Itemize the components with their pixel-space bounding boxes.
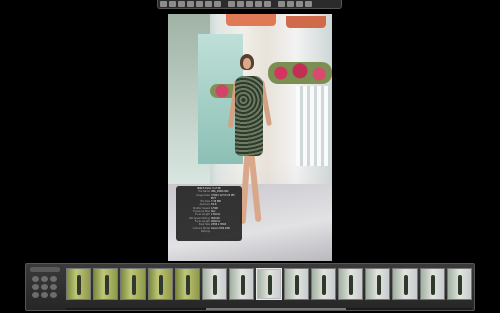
stamp-icon[interactable]: [228, 1, 235, 7]
filmstrip-thumbnail[interactable]: [174, 268, 201, 300]
redeye-icon[interactable]: [255, 1, 262, 7]
thumbnail-figure: [77, 275, 82, 295]
straighten-icon[interactable]: [187, 1, 194, 7]
thumbnail-figure: [213, 275, 218, 295]
photo-awning: [286, 16, 326, 28]
filmstrip-thumbnail[interactable]: [283, 268, 309, 300]
thumbnail-figure: [186, 275, 191, 295]
photo-railing: [296, 86, 330, 166]
thumbnail-figure: [131, 275, 136, 295]
filmstrip-thumbnail[interactable]: [147, 268, 173, 300]
thumbnail-figure: [267, 275, 272, 295]
thumbnail-figure: [104, 275, 109, 295]
hud-key: Image Date: [196, 193, 210, 197]
thumbnail-figure: [159, 275, 164, 295]
filmstrip-thumbnail[interactable]: [202, 268, 228, 300]
scrollbar-thumb[interactable]: [206, 308, 346, 310]
filmstrip-thumbnail[interactable]: [66, 268, 92, 300]
filmstrip-thumbnail[interactable]: [229, 268, 255, 300]
select-icon[interactable]: [237, 1, 244, 7]
hud-value: [211, 230, 240, 233]
thumbnail-figure: [376, 275, 381, 295]
filmstrip-thumbnail[interactable]: [93, 268, 119, 300]
flag-icon[interactable]: [50, 292, 57, 298]
hud-icon[interactable]: [296, 1, 303, 7]
filmstrip-thumbnail[interactable]: [338, 268, 364, 300]
lift-icon[interactable]: [214, 1, 221, 7]
toolbar: [157, 0, 342, 9]
thumbnail-figure: [295, 275, 300, 295]
thumbnail-figure: [349, 275, 354, 295]
filmstrip-menu-button[interactable]: [30, 267, 60, 272]
hud-value: 7/8/04 12:57:23 PM EDT: [211, 193, 235, 200]
thumbnail-figure: [240, 275, 245, 295]
filmstrip-thumbnail[interactable]: [446, 268, 473, 300]
filmstrip-thumbnail[interactable]: [310, 268, 337, 300]
stack-icon[interactable]: [41, 292, 48, 298]
reject-icon[interactable]: [32, 292, 39, 298]
photo-model: [243, 58, 251, 69]
photo-flowers: [268, 62, 332, 84]
zoom-icon[interactable]: [246, 1, 253, 7]
rate-up-icon[interactable]: [50, 284, 57, 290]
filmstrip: [25, 263, 475, 311]
crop-icon[interactable]: [178, 1, 185, 7]
fullscreen-icon[interactable]: [305, 1, 312, 7]
hud-rows: File Name IMG_0348.CR2 Image Date 7/8/04 12…: [178, 190, 240, 233]
thumbnail-strip: [66, 268, 473, 306]
info-icon[interactable]: [287, 1, 294, 7]
rate-down-icon[interactable]: [32, 284, 39, 290]
thumbnail-figure: [403, 275, 408, 295]
filmstrip-controls: [28, 266, 64, 308]
spot-icon[interactable]: [264, 1, 271, 7]
view-icon[interactable]: [278, 1, 285, 7]
hud-row: Ratings: [178, 230, 240, 233]
filmstrip-thumbnail[interactable]: [419, 268, 445, 300]
thumbnail-figure: [431, 275, 436, 295]
thumbnail-figure: [458, 275, 463, 295]
hud-row: Image Date 7/8/04 12:57:23 PM EDT: [178, 194, 240, 201]
thumbnail-figure: [322, 275, 327, 295]
prev-icon[interactable]: [32, 276, 39, 282]
photo-awning: [226, 14, 276, 26]
adjust-icon[interactable]: [205, 1, 212, 7]
filmstrip-thumbnail[interactable]: [256, 268, 282, 300]
filmstrip-thumbnail[interactable]: [392, 268, 418, 300]
rotate-left-icon[interactable]: [160, 1, 167, 7]
filmstrip-scrollbar[interactable]: [66, 308, 472, 310]
hud-key: Ratings: [201, 229, 210, 233]
loupe-icon[interactable]: [196, 1, 203, 7]
metadata-hud: Batch Color 3 of 36 File Name IMG_0348.CR…: [176, 186, 242, 241]
filmstrip-thumbnail[interactable]: [365, 268, 391, 300]
pick-icon[interactable]: [41, 284, 48, 290]
play-icon[interactable]: [41, 276, 48, 282]
photo-model: [235, 76, 263, 156]
next-icon[interactable]: [50, 276, 57, 282]
filmstrip-thumbnail[interactable]: [120, 268, 146, 300]
rotate-right-icon[interactable]: [169, 1, 176, 7]
